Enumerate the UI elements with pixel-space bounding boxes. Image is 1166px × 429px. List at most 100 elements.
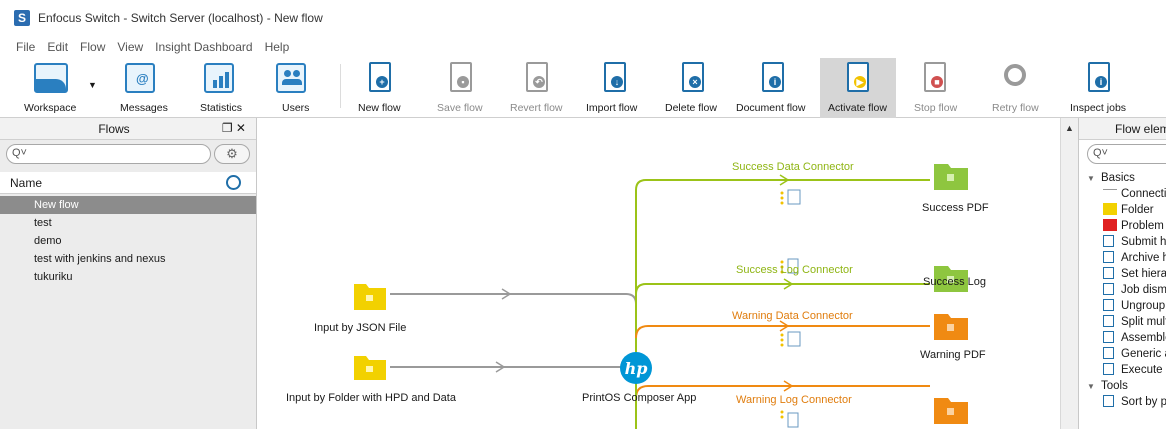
element-label: Ungroup job [1121,300,1166,312]
import-flow-icon: ↓ [604,62,626,92]
element-folder[interactable]: Folder [1079,202,1166,218]
input-json-folder-icon[interactable] [354,284,386,310]
input-json-connection[interactable] [390,288,637,358]
input-folder-hpd-icon[interactable] [354,356,386,380]
retry-flow-button[interactable]: Retry flow [986,58,1046,118]
flows-list: New flow test demo test with jenkins and… [0,196,256,286]
users-button[interactable]: Users [268,58,314,118]
menu-flow[interactable]: Flow [80,40,105,54]
element-job-dismantler[interactable]: Job dismantler [1079,282,1166,298]
flow-canvas[interactable]: hp Input by JSON File Input by Folder wi… [258,118,1060,429]
hp-logo-icon[interactable]: hp [620,352,652,384]
element-set-hierarchy-path[interactable]: Set hierarchy path [1079,266,1166,282]
title-bar: S Enfocus Switch - Switch Server (localh… [0,0,1166,36]
element-label: Execute command [1121,364,1166,376]
category-tools[interactable]: ▼ Tools [1079,378,1166,394]
toolbar-separator [340,64,341,108]
menu-bar: File Edit Flow View Insight Dashboard He… [0,36,1166,58]
new-flow-button[interactable]: + New flow [352,58,408,118]
element-generic-application[interactable]: Generic application [1079,346,1166,362]
connector-properties-icon[interactable] [780,331,801,347]
list-item[interactable]: test [0,214,256,232]
element-label: Generic application [1121,348,1166,360]
document-icon [1103,347,1114,359]
element-label: Split multi-job [1121,316,1166,328]
menu-view[interactable]: View [117,40,143,54]
flag-icon[interactable] [226,175,241,190]
save-flow-button[interactable]: ▪ Save flow [432,58,490,118]
collapse-icon[interactable]: ▼ [1087,171,1101,187]
list-item[interactable]: test with jenkins and nexus [0,250,256,268]
messages-icon: @ [125,63,155,93]
menu-help[interactable]: Help [265,40,290,54]
document-icon [1103,299,1114,311]
import-flow-label: Import flow [586,102,638,114]
list-item[interactable]: tukuriku [0,268,256,286]
element-assemble-job[interactable]: Assemble job [1079,330,1166,346]
element-execute-command[interactable]: Execute command [1079,362,1166,378]
connector-properties-icon[interactable] [780,189,801,205]
window-title: Enfocus Switch - Switch Server (localhos… [38,11,323,25]
document-flow-button[interactable]: i Document flow [732,58,816,118]
gear-icon[interactable]: ⚙ [214,144,250,164]
svg-text:hp: hp [625,359,648,378]
input-json-label: Input by JSON File [314,322,407,334]
inspect-jobs-icon: i [1088,62,1110,92]
flow-elements-search-input[interactable]: Q˅ [1087,144,1166,164]
users-icon [276,63,306,93]
warning-pdf-folder-icon[interactable] [934,314,968,340]
inspect-jobs-button[interactable]: i Inspect jobs [1064,58,1134,118]
document-icon [1103,331,1114,343]
list-item[interactable]: demo [0,232,256,250]
delete-flow-button[interactable]: × Delete flow [662,58,724,118]
flows-list-header[interactable]: Name [0,172,256,194]
revert-flow-label: Revert flow [510,102,563,114]
element-connection[interactable]: Connection [1079,186,1166,202]
activate-flow-button[interactable]: ▶ Activate flow [820,58,896,118]
statistics-button[interactable]: Statistics [190,58,252,118]
delete-flow-icon: × [682,62,704,92]
document-icon [1103,395,1114,407]
document-icon [1103,283,1114,295]
workspace-label: Workspace [24,102,77,114]
category-label: Basics [1101,172,1135,184]
document-flow-icon: i [762,62,784,92]
element-split-multi-job[interactable]: Split multi-job [1079,314,1166,330]
success-pdf-folder-icon[interactable] [934,164,968,190]
flows-search-input[interactable]: Q˅ [6,144,211,164]
element-problem-jobs[interactable]: Problem jobs [1079,218,1166,234]
revert-flow-button[interactable]: ↶ Revert flow [506,58,568,118]
menu-file[interactable]: File [16,40,35,54]
name-column-header[interactable]: Name [10,176,42,190]
warning-data-connector-label: Warning Data Connector [732,310,853,322]
flows-search-row: Q˅ ⚙ [6,144,250,166]
toolbar: ▼ Workspace @ Messages Statistics Users … [0,58,1166,118]
panel-float-close-icon[interactable]: ❐ ✕ [222,121,246,135]
canvas-scrollbar[interactable]: ▲ [1060,118,1078,429]
warning-log-folder-icon[interactable] [934,398,968,424]
category-basics[interactable]: ▼ Basics [1079,170,1166,186]
success-log-connection[interactable] [635,278,930,295]
element-sort-by-preflight-state[interactable]: Sort by preflight state [1079,394,1166,410]
scroll-up-icon[interactable]: ▲ [1065,123,1074,133]
stop-flow-button[interactable]: ■ Stop flow [906,58,964,118]
element-ungroup-job[interactable]: Ungroup job [1079,298,1166,314]
element-submit-hierarchy[interactable]: Submit hierarchy [1079,234,1166,250]
element-label: Sort by preflight state [1121,396,1166,408]
list-item[interactable]: New flow [0,196,256,214]
input-folder-connection[interactable] [390,361,622,373]
statistics-label: Statistics [200,102,243,114]
connector-properties-icon[interactable] [780,410,799,428]
menu-insight-dashboard[interactable]: Insight Dashboard [155,40,252,54]
input-folder-label: Input by Folder with HPD and Data [286,392,456,404]
element-label: Assemble job [1121,332,1166,344]
workspace-button[interactable]: ▼ Workspace [0,58,100,118]
import-flow-button[interactable]: ↓ Import flow [584,58,646,118]
workspace-dropdown-icon[interactable]: ▼ [88,80,97,90]
messages-button[interactable]: @ Messages [112,58,172,118]
collapse-icon[interactable]: ▼ [1087,379,1101,395]
flow-elements-title: Flow elements [1079,118,1166,140]
inspect-jobs-label: Inspect jobs [1070,102,1127,114]
element-archive-hierarchy[interactable]: Archive hierarchy [1079,250,1166,266]
menu-edit[interactable]: Edit [47,40,68,54]
